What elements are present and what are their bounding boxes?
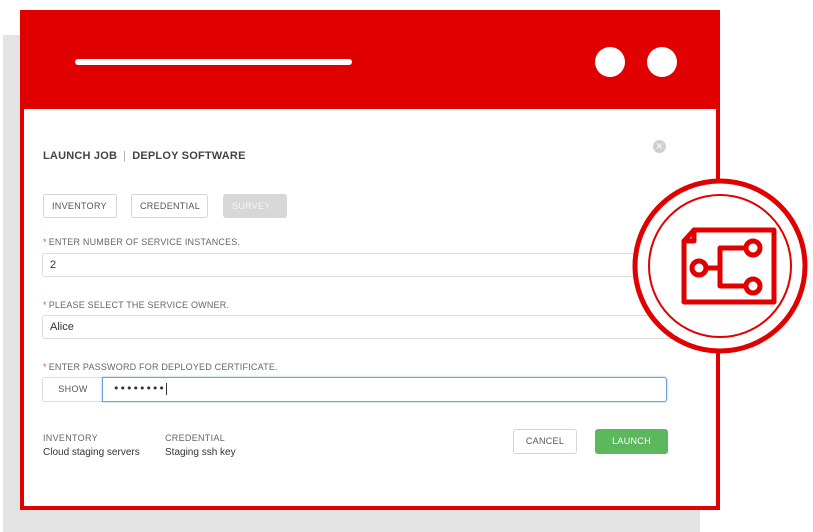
workflow-document-icon <box>632 178 808 354</box>
window-control-dot[interactable] <box>647 47 677 77</box>
password-label-text: ENTER PASSWORD FOR DEPLOYED CERTIFICATE. <box>48 362 278 372</box>
summary-inventory-value: Cloud staging servers <box>43 447 140 458</box>
required-marker: * <box>43 237 47 247</box>
cancel-button[interactable]: CANCEL <box>513 429 577 454</box>
required-marker: * <box>43 362 47 372</box>
instances-label-text: ENTER NUMBER OF SERVICE INSTANCES. <box>48 237 241 247</box>
password-input[interactable]: •••••••• <box>102 377 667 402</box>
window-titlebar <box>24 14 716 109</box>
tab-survey[interactable]: SURVEY <box>223 194 287 218</box>
service-owner-select[interactable]: Alice <box>42 315 682 339</box>
summary-inventory-label: INVENTORY <box>43 433 98 443</box>
launch-button[interactable]: LAUNCH <box>595 429 668 454</box>
show-password-button[interactable]: SHOW <box>42 377 104 402</box>
required-marker: * <box>43 300 47 310</box>
instances-input[interactable]: 2 <box>42 253 682 277</box>
instances-label: * ENTER NUMBER OF SERVICE INSTANCES. <box>43 237 240 247</box>
title-separator: | <box>123 150 127 162</box>
tab-credential[interactable]: CREDENTIAL <box>131 194 208 218</box>
close-icon[interactable]: × <box>653 140 666 153</box>
tab-inventory[interactable]: INVENTORY <box>43 194 117 218</box>
dialog-title: LAUNCH JOB | DEPLOY SOFTWARE <box>43 150 246 162</box>
summary-credential-label: CREDENTIAL <box>165 433 226 443</box>
summary-credential-value: Staging ssh key <box>165 447 236 458</box>
password-value: •••••••• <box>113 382 165 395</box>
password-label: * ENTER PASSWORD FOR DEPLOYED CERTIFICATE… <box>43 362 278 372</box>
service-owner-label-text: PLEASE SELECT THE SERVICE OWNER. <box>48 300 230 310</box>
titlebar-title-placeholder <box>75 59 352 65</box>
dialog-title-template: DEPLOY SOFTWARE <box>132 150 246 162</box>
text-cursor <box>165 383 167 395</box>
dialog-title-action: LAUNCH JOB <box>43 150 118 162</box>
service-owner-label: * PLEASE SELECT THE SERVICE OWNER. <box>43 300 229 310</box>
window-control-dot[interactable] <box>595 47 625 77</box>
